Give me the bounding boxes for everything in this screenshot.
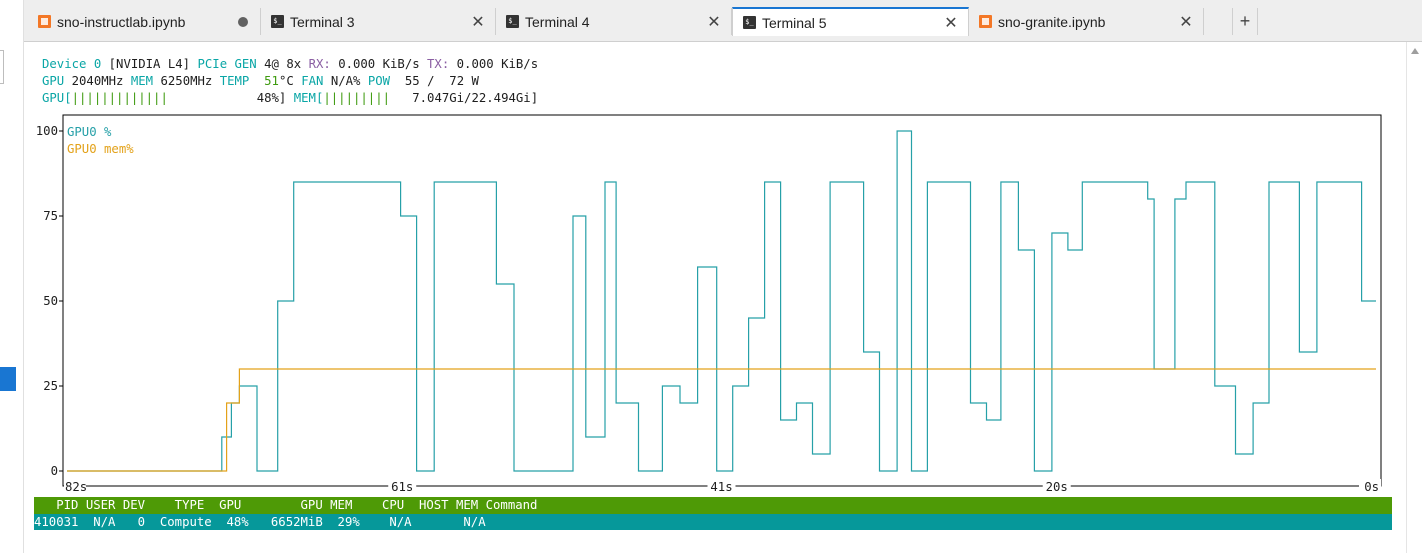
gpu-util-line [67, 130, 1376, 472]
close-icon[interactable]: ✕ [705, 12, 723, 32]
tab-terminal-4[interactable]: $_ Terminal 4 ✕ [496, 8, 732, 35]
tab-label: Terminal 4 [525, 13, 590, 30]
chart-axes: 100 75 50 25 0 82s 61s 41s 20s 0s [36, 114, 1382, 494]
tab-label: Terminal 5 [762, 14, 827, 31]
scroll-up-icon[interactable] [1411, 48, 1419, 54]
chart-series [67, 130, 1376, 472]
gpu-usage-chart: 100 75 50 25 0 82s 61s 41s 20s 0s GPU0 % GPU0 mem% [36, 114, 1382, 494]
x-tick-label: 41s [710, 480, 732, 494]
tab-terminal-3[interactable]: $_ Terminal 3 ✕ [261, 8, 496, 35]
terminal-icon: $_ [743, 16, 756, 29]
sidebar-input-edge[interactable] [0, 50, 4, 84]
tab-bar: sno-instructlab.ipynb $_ Terminal 3 ✕ $_… [24, 0, 1422, 42]
x-tick-label: 20s [1046, 480, 1068, 494]
tab-label: Terminal 3 [290, 13, 355, 30]
y-tick-label: 50 [43, 294, 58, 308]
tab-terminal-5[interactable]: $_ Terminal 5 ✕ [732, 7, 969, 36]
close-icon[interactable]: ✕ [469, 12, 487, 32]
y-tick-label: 0 [51, 464, 58, 478]
x-tick-label: 61s [391, 480, 413, 494]
y-tick-label: 75 [43, 209, 58, 223]
close-icon[interactable]: ✕ [1177, 12, 1195, 32]
terminal-scrollbar[interactable] [1406, 42, 1422, 553]
sidebar-selected-item[interactable] [0, 367, 16, 391]
left-sidebar-edge [0, 0, 24, 553]
y-tick-label: 100 [36, 124, 58, 138]
tab-sno-granite[interactable]: sno-granite.ipynb ✕ [969, 8, 1204, 35]
notebook-icon [38, 15, 51, 28]
terminal-output[interactable]: Device 0 [NVIDIA L4] PCIe GEN 4@ 8x RX: … [34, 42, 1406, 553]
x-tick-label: 82s [65, 480, 87, 494]
notebook-icon [979, 15, 992, 28]
legend-gpu-mem: GPU0 mem% [67, 142, 134, 156]
chart-legend: GPU0 % GPU0 mem% [67, 125, 134, 156]
x-tick-label: 0s [1364, 480, 1379, 494]
tab-label: sno-instructlab.ipynb [57, 13, 186, 30]
plot-frame [62, 114, 1382, 487]
process-table-header: PID USER DEV TYPE GPU GPU MEM CPU HOST M… [34, 497, 1392, 514]
legend-gpu-util: GPU0 % [67, 125, 112, 139]
tab-sno-instructlab[interactable]: sno-instructlab.ipynb [28, 8, 261, 35]
new-tab-button[interactable]: + [1232, 8, 1258, 35]
terminal-icon: $_ [506, 15, 519, 28]
terminal-icon: $_ [271, 15, 284, 28]
gpu-mem-line [67, 368, 1376, 472]
process-row[interactable]: 410031 N/A 0 Compute 48% 6652MiB 29% N/A… [34, 514, 1392, 530]
y-tick-label: 25 [43, 379, 58, 393]
unsaved-dot-icon[interactable] [238, 16, 248, 27]
close-icon[interactable]: ✕ [942, 13, 960, 33]
tab-label: sno-granite.ipynb [998, 13, 1106, 30]
